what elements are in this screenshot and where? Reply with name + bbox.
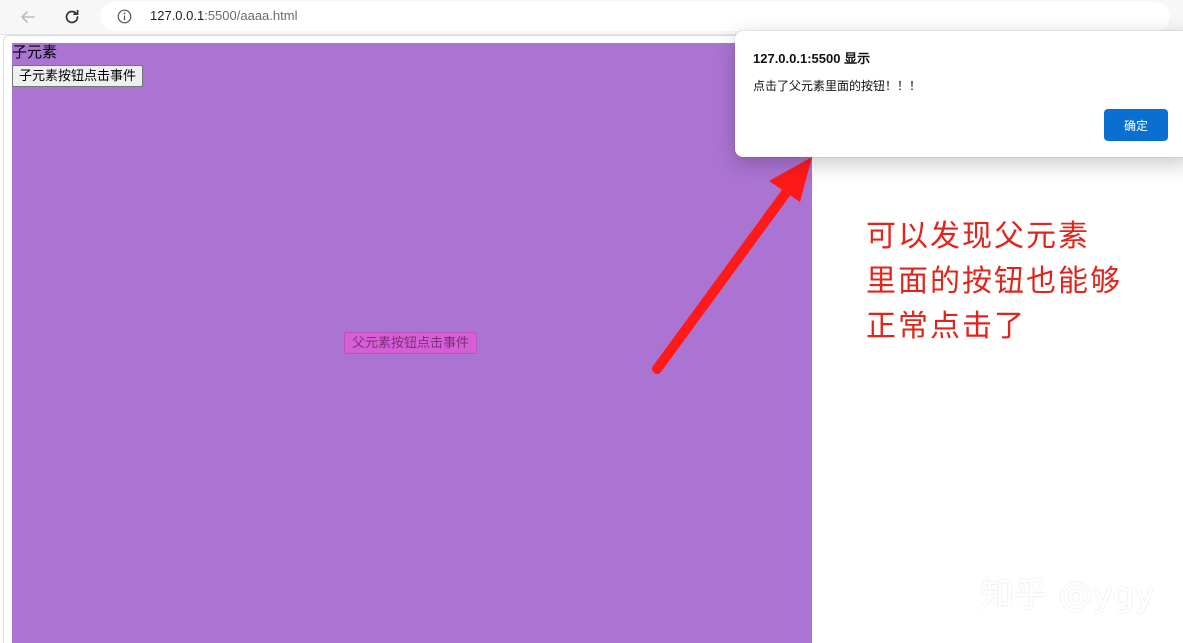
info-icon[interactable] xyxy=(117,9,132,24)
child-element-label: 子元素 xyxy=(12,44,58,61)
parent-element: 子元素 子元素按钮点击事件 父元素按钮点击事件 xyxy=(12,43,812,643)
watermark: 知乎 @ygy xyxy=(980,575,1155,615)
child-element-button[interactable]: 子元素按钮点击事件 xyxy=(12,65,144,87)
url-text[interactable]: 127.0.0.1:5500/aaaa.html xyxy=(150,8,297,23)
browser-toolbar: 127.0.0.1:5500/aaaa.html xyxy=(0,0,1183,35)
back-arrow-icon xyxy=(21,11,35,23)
dialog-message: 点击了父元素里面的按钮！！！ xyxy=(753,79,922,93)
annotation-line-3: 正常点击了 xyxy=(866,309,1026,344)
back-button[interactable] xyxy=(15,4,41,30)
address-bar[interactable]: 127.0.0.1:5500/aaaa.html xyxy=(100,2,1170,31)
parent-element-button[interactable]: 父元素按钮点击事件 xyxy=(344,332,478,354)
reload-button[interactable] xyxy=(59,4,85,30)
ok-button[interactable]: 确定 xyxy=(1104,109,1168,141)
reload-icon xyxy=(65,9,79,24)
url-host: 127.0.0.1 xyxy=(150,8,205,23)
url-path: :5500/aaaa.html xyxy=(204,8,298,23)
annotation-line-2: 里面的按钮也能够 xyxy=(866,264,1122,299)
dialog-title: 127.0.0.1:5500 显示 xyxy=(753,51,871,66)
alert-dialog: 127.0.0.1:5500 显示 点击了父元素里面的按钮！！！ 确定 xyxy=(735,31,1183,157)
annotation-line-1: 可以发现父元素 xyxy=(866,219,1090,254)
annotation-text: 可以发现父元素 里面的按钮也能够 正常点击了 xyxy=(866,214,1166,349)
